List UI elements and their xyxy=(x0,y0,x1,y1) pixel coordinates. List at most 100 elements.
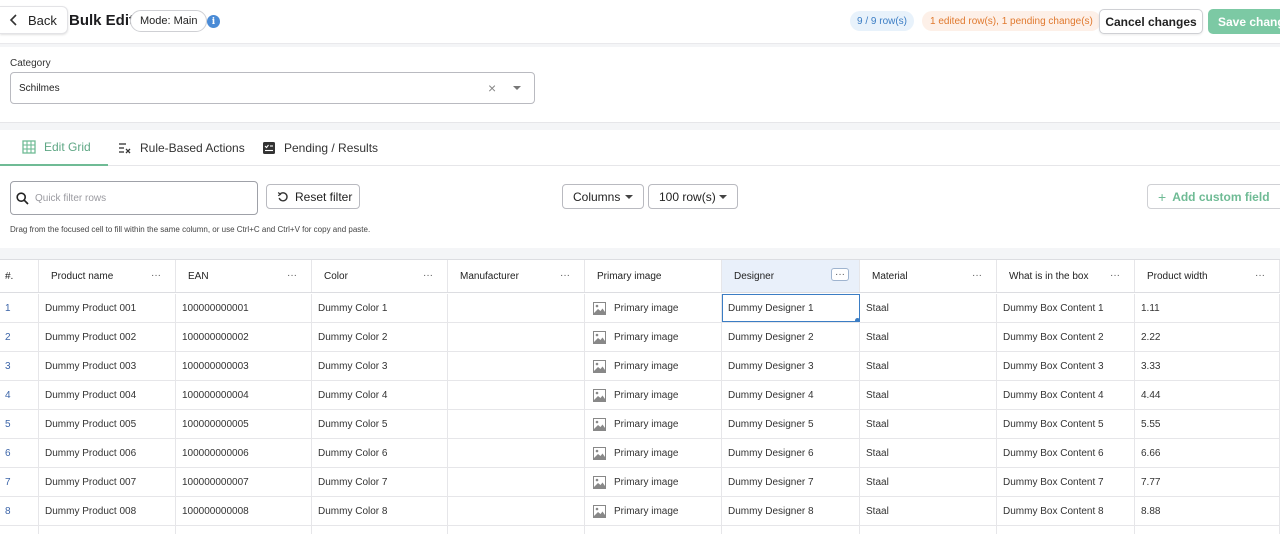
primary-image-cell[interactable]: Primary image xyxy=(585,323,722,351)
cell-name[interactable]: Dummy Product 009 xyxy=(39,526,176,534)
row-number-cell[interactable]: 1 xyxy=(0,294,39,322)
cell-designer[interactable]: Dummy Designer 4 xyxy=(722,381,860,409)
column-menu-icon[interactable]: ··· xyxy=(972,270,982,281)
tab-edit-grid[interactable]: Edit Grid xyxy=(0,130,108,166)
cell-ean[interactable]: 100000000001 xyxy=(176,294,312,322)
cell-manufacturer[interactable] xyxy=(448,352,585,380)
cell-manufacturer[interactable] xyxy=(448,323,585,351)
row-number-cell[interactable]: 7 xyxy=(0,468,39,496)
cell-manufacturer[interactable] xyxy=(448,497,585,525)
cell-name[interactable]: Dummy Product 004 xyxy=(39,381,176,409)
cell-manufacturer[interactable] xyxy=(448,381,585,409)
cell-color[interactable]: Dummy Color 1 xyxy=(312,294,448,322)
primary-image-cell[interactable]: Primary image xyxy=(585,410,722,438)
cell-width[interactable]: 4.44 xyxy=(1135,381,1280,409)
cell-box[interactable]: Dummy Box Content 2 xyxy=(997,323,1135,351)
row-number-cell[interactable]: 2 xyxy=(0,323,39,351)
cell-ean[interactable]: 100000000007 xyxy=(176,468,312,496)
row-number-cell[interactable]: 3 xyxy=(0,352,39,380)
cell-material[interactable]: Staal xyxy=(860,497,997,525)
cell-box[interactable]: Dummy Box Content 3 xyxy=(997,352,1135,380)
cell-material[interactable]: Staal xyxy=(860,381,997,409)
cell-name[interactable]: Dummy Product 001 xyxy=(39,294,176,322)
cell-ean[interactable]: 100000000008 xyxy=(176,497,312,525)
primary-image-cell[interactable]: Primary image xyxy=(585,439,722,467)
cell-box[interactable]: Dummy Box Content 9 xyxy=(997,526,1135,534)
row-number-cell[interactable]: 4 xyxy=(0,381,39,409)
back-button[interactable]: Back xyxy=(0,6,68,34)
cell-ean[interactable]: 100000000002 xyxy=(176,323,312,351)
column-menu-icon[interactable]: ··· xyxy=(151,270,161,281)
cell-width[interactable]: 9.99 xyxy=(1135,526,1280,534)
cell-ean[interactable]: 100000000003 xyxy=(176,352,312,380)
quick-filter-input[interactable] xyxy=(35,188,250,208)
cell-color[interactable]: Dummy Color 3 xyxy=(312,352,448,380)
cell-box[interactable]: Dummy Box Content 5 xyxy=(997,410,1135,438)
cell-box[interactable]: Dummy Box Content 1 xyxy=(997,294,1135,322)
cell-material[interactable]: Staal xyxy=(860,439,997,467)
cell-box[interactable]: Dummy Box Content 6 xyxy=(997,439,1135,467)
cell-name[interactable]: Dummy Product 008 xyxy=(39,497,176,525)
cell-material[interactable]: Staal xyxy=(860,410,997,438)
column-header[interactable]: Color ··· xyxy=(312,260,448,292)
cell-material[interactable]: Staal xyxy=(860,352,997,380)
cell-width[interactable]: 7.77 xyxy=(1135,468,1280,496)
cell-designer[interactable]: Dummy Designer 7 xyxy=(722,468,860,496)
cell-box[interactable]: Dummy Box Content 7 xyxy=(997,468,1135,496)
cell-name[interactable]: Dummy Product 003 xyxy=(39,352,176,380)
cell-name[interactable]: Dummy Product 007 xyxy=(39,468,176,496)
cell-manufacturer[interactable] xyxy=(448,468,585,496)
cell-ean[interactable]: 100000000005 xyxy=(176,410,312,438)
cell-material[interactable]: Staal xyxy=(860,323,997,351)
cell-manufacturer[interactable] xyxy=(448,526,585,534)
reset-filter-button[interactable]: Reset filter xyxy=(266,184,360,209)
quick-filter-field[interactable] xyxy=(10,181,258,215)
cell-designer[interactable]: Dummy Designer 8 xyxy=(722,497,860,525)
column-menu-icon[interactable]: ··· xyxy=(1255,270,1265,281)
cell-designer[interactable]: Dummy Designer 9 xyxy=(722,526,860,534)
cell-width[interactable]: 5.55 xyxy=(1135,410,1280,438)
cell-color[interactable]: Dummy Color 4 xyxy=(312,381,448,409)
chevron-down-icon[interactable] xyxy=(513,86,521,90)
column-menu-icon[interactable]: ··· xyxy=(831,268,849,281)
cell-designer[interactable]: Dummy Designer 1 xyxy=(722,294,860,322)
cell-width[interactable]: 3.33 xyxy=(1135,352,1280,380)
cell-material[interactable]: Staal xyxy=(860,468,997,496)
cell-designer[interactable]: Dummy Designer 5 xyxy=(722,410,860,438)
row-number-cell[interactable]: 6 xyxy=(0,439,39,467)
column-header[interactable]: Primary image xyxy=(585,260,722,292)
row-number-cell[interactable]: 8 xyxy=(0,497,39,525)
cell-color[interactable]: Dummy Color 2 xyxy=(312,323,448,351)
tab-pending-results[interactable]: Pending / Results xyxy=(262,130,378,166)
category-select[interactable]: Schilmes × xyxy=(10,72,535,104)
tab-rule-based-actions[interactable]: Rule-Based Actions xyxy=(118,130,245,166)
columns-dropdown[interactable]: Columns xyxy=(562,184,644,209)
column-menu-icon[interactable]: ··· xyxy=(1110,270,1120,281)
cell-ean[interactable]: 100000000009 xyxy=(176,526,312,534)
column-header[interactable]: #. xyxy=(0,260,39,292)
cell-width[interactable]: 1.11 xyxy=(1135,294,1280,322)
cell-width[interactable]: 6.66 xyxy=(1135,439,1280,467)
cell-material[interactable]: Staal xyxy=(860,526,997,534)
primary-image-cell[interactable]: Primary image xyxy=(585,294,722,322)
cell-ean[interactable]: 100000000004 xyxy=(176,381,312,409)
mode-chip[interactable]: Mode: Main xyxy=(130,10,208,32)
cell-name[interactable]: Dummy Product 005 xyxy=(39,410,176,438)
column-header[interactable]: Designer ··· xyxy=(722,260,860,292)
column-header[interactable]: Manufacturer ··· xyxy=(448,260,585,292)
row-number-cell[interactable]: 5 xyxy=(0,410,39,438)
cell-name[interactable]: Dummy Product 002 xyxy=(39,323,176,351)
column-menu-icon[interactable]: ··· xyxy=(423,270,433,281)
cell-name[interactable]: Dummy Product 006 xyxy=(39,439,176,467)
column-menu-icon[interactable]: ··· xyxy=(287,270,297,281)
clear-icon[interactable]: × xyxy=(488,81,496,95)
column-header[interactable]: Material ··· xyxy=(860,260,997,292)
primary-image-cell[interactable]: Primary image xyxy=(585,526,722,534)
cell-manufacturer[interactable] xyxy=(448,294,585,322)
info-icon[interactable]: i xyxy=(207,15,220,28)
cell-ean[interactable]: 100000000006 xyxy=(176,439,312,467)
cell-manufacturer[interactable] xyxy=(448,439,585,467)
cell-material[interactable]: Staal xyxy=(860,294,997,322)
row-number-cell[interactable]: 9 xyxy=(0,526,39,534)
rows-per-page-dropdown[interactable]: 100 row(s) xyxy=(648,184,738,209)
